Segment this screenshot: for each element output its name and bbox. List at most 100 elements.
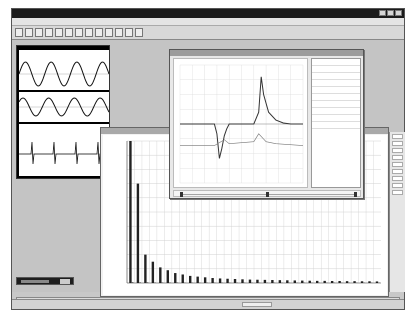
- cursor-handle-left[interactable]: [180, 192, 183, 197]
- power-waveform: [19, 141, 109, 165]
- harmonic-bar: [233, 279, 237, 283]
- harmonic-bar: [256, 279, 259, 283]
- control-button[interactable]: [60, 279, 70, 284]
- toolbar: [12, 26, 404, 40]
- harmonic-bar: [174, 273, 177, 283]
- info-cell: [392, 176, 403, 181]
- harmonic-bar: [308, 280, 311, 283]
- info-cell: [392, 169, 403, 174]
- table-row: [312, 73, 360, 80]
- toolbar-button[interactable]: [35, 28, 43, 37]
- harmonic-bar: [353, 281, 356, 283]
- harmonic-bar: [129, 141, 132, 283]
- toolbar-button[interactable]: [95, 28, 103, 37]
- toolbar-button[interactable]: [115, 28, 123, 37]
- current-waveform: [19, 97, 109, 117]
- harmonic-bar: [166, 270, 169, 283]
- toolbar-button[interactable]: [125, 28, 133, 37]
- scope-line-chart: [179, 64, 304, 184]
- harmonic-bar-secondary: [154, 282, 156, 283]
- harmonic-bar-secondary: [146, 282, 149, 283]
- harmonic-bar: [211, 278, 214, 283]
- toolbar-button[interactable]: [85, 28, 93, 37]
- harmonic-bar: [338, 281, 341, 283]
- close-button[interactable]: [395, 10, 402, 16]
- harmonic-bar: [136, 183, 140, 283]
- harmonic-bar: [375, 281, 379, 283]
- info-cell: [392, 155, 403, 160]
- menu-bar: [12, 18, 404, 26]
- harmonic-bar: [330, 281, 334, 283]
- table-row: [312, 80, 360, 87]
- toolbar-button[interactable]: [55, 28, 63, 37]
- scope-cursor-bar: [173, 190, 361, 197]
- scope-chart-area: [173, 58, 308, 188]
- status-bar: [12, 299, 404, 309]
- cursor-handle-mid[interactable]: [266, 192, 269, 197]
- status-page-cell: [242, 302, 272, 307]
- harmonic-bar-secondary: [139, 282, 141, 283]
- current-waveform-panel: [19, 92, 109, 122]
- monitor-panel: [16, 45, 110, 179]
- table-row: [312, 94, 360, 101]
- voltage-waveform: [19, 61, 109, 87]
- harmonic-bar: [218, 278, 222, 283]
- toolbar-button[interactable]: [105, 28, 113, 37]
- harmonic-bar: [345, 281, 349, 283]
- cursor-handle-right[interactable]: [354, 192, 357, 197]
- harmonic-bar: [196, 276, 199, 283]
- harmonic-bar: [189, 275, 192, 283]
- title-bar: [12, 9, 404, 18]
- scope-values-table: [311, 58, 361, 188]
- harmonic-bar-secondary: [161, 282, 164, 283]
- harmonic-bar: [360, 281, 364, 283]
- workspace: [12, 40, 405, 305]
- toolbar-button[interactable]: [25, 28, 33, 37]
- info-cell: [392, 148, 403, 153]
- info-cell: [392, 190, 403, 195]
- info-cell: [392, 134, 403, 139]
- toolbar-button[interactable]: [45, 28, 53, 37]
- harmonic-bar: [316, 280, 319, 283]
- harmonic-bar: [159, 267, 162, 283]
- right-info-panel: [389, 132, 405, 292]
- info-cell: [392, 141, 403, 146]
- toolbar-button[interactable]: [135, 28, 143, 37]
- toolbar-button[interactable]: [75, 28, 83, 37]
- toolbar-button[interactable]: [15, 28, 23, 37]
- harmonic-bar: [144, 254, 147, 283]
- minimize-button[interactable]: [379, 10, 386, 16]
- harmonic-bar: [181, 274, 184, 283]
- harmonic-bar-secondary: [131, 282, 134, 283]
- harmonic-bar: [278, 280, 282, 283]
- voltage-waveform-panel: [19, 50, 109, 90]
- app-window: [11, 8, 405, 310]
- harmonic-bar: [271, 280, 274, 283]
- harmonic-bar: [263, 279, 267, 283]
- toolbar-button[interactable]: [65, 28, 73, 37]
- harmonic-bar: [226, 278, 229, 283]
- power-waveform-panel: [19, 124, 109, 176]
- control-strip: [16, 277, 74, 285]
- harmonic-bar: [248, 279, 252, 283]
- table-row: [312, 115, 360, 122]
- table-row: [312, 101, 360, 108]
- harmonic-bar: [323, 280, 326, 283]
- harmonic-bar: [151, 261, 155, 283]
- maximize-button[interactable]: [387, 10, 394, 16]
- table-row: [312, 108, 360, 115]
- table-row: [312, 87, 360, 94]
- harmonic-bar-secondary: [169, 282, 171, 283]
- harmonic-bar: [286, 280, 289, 283]
- table-row: [312, 59, 360, 66]
- harmonic-bar: [203, 277, 207, 283]
- harmonic-bar-secondary: [176, 282, 179, 283]
- harmonic-bar: [368, 281, 371, 283]
- info-cell: [392, 183, 403, 188]
- harmonic-bar: [293, 280, 296, 283]
- scope-window: [169, 49, 364, 199]
- table-row: [312, 66, 360, 73]
- scope-title-bar[interactable]: [170, 50, 363, 56]
- harmonic-bar: [241, 279, 244, 283]
- control-field[interactable]: [21, 280, 49, 283]
